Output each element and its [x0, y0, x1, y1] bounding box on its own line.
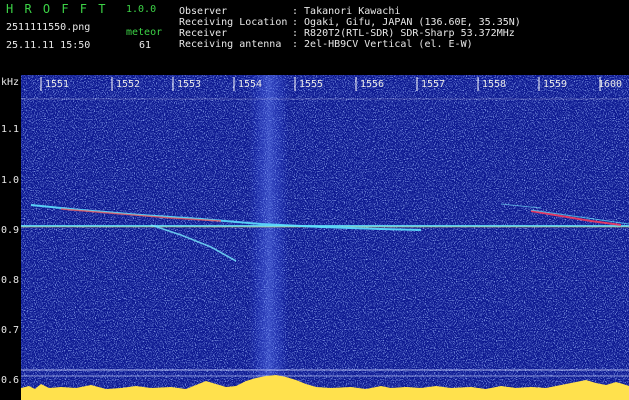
info-value-location: : Ogaki, Gifu, JAPAN (136.60E, 35.35N)	[292, 17, 521, 28]
y-axis: kHz 1.1 1.0 0.9 0.8 0.7 0.6	[0, 75, 21, 400]
app-name: H R O F F T	[6, 2, 108, 16]
date-time: 25.11.11 15:50	[6, 40, 91, 51]
x-axis-labels: 1551 1552 1553 1554 1555 1556 1557 1558 …	[21, 77, 629, 91]
meteor-count: 61	[139, 40, 152, 51]
y-axis-unit: kHz	[1, 77, 20, 88]
y-tick-label: 0.8	[1, 275, 20, 286]
info-label-location: Receiving Location	[179, 17, 288, 28]
y-tick-label: 0.7	[1, 325, 20, 336]
info-label-receiver: Receiver	[179, 28, 228, 39]
x-tick-label: 1559	[543, 79, 568, 90]
noise-layer	[21, 75, 629, 400]
file-name: 2511111550.png	[6, 22, 91, 33]
info-value-receiver: : R820T2(RTL-SDR) SDR-Sharp 53.372MHz	[292, 28, 515, 39]
interference-column	[249, 75, 289, 400]
x-tick-label: 1556	[360, 79, 385, 90]
meteor-label: meteor	[126, 27, 163, 38]
header-panel: H R O F F T 1.0.0 2511111550.png meteor …	[0, 0, 629, 75]
app-version: 1.0.0	[126, 4, 157, 15]
hrofft-spectrogram-window: H R O F F T 1.0.0 2511111550.png meteor …	[0, 0, 629, 400]
y-tick-label: 0.9	[1, 225, 20, 236]
x-tick-label: 1600	[598, 79, 623, 90]
x-tick-label: 1555	[299, 79, 324, 90]
x-tick-label: 1552	[116, 79, 141, 90]
x-tick-label: 1554	[238, 79, 263, 90]
y-tick-label: 0.6	[1, 375, 20, 386]
info-label-observer: Observer	[179, 6, 228, 17]
y-tick-label: 1.0	[1, 175, 20, 186]
info-label-antenna: Receiving antenna	[179, 39, 282, 50]
info-value-antenna: : 2el-HB9CV Vertical (el. E-W)	[292, 39, 473, 50]
x-tick-label: 1558	[482, 79, 507, 90]
y-tick-label: 1.1	[1, 124, 20, 135]
spectrogram-plot	[21, 75, 629, 400]
spectrogram-canvas	[21, 75, 629, 400]
x-tick-label: 1553	[177, 79, 202, 90]
x-tick-label: 1551	[45, 79, 70, 90]
x-tick-label: 1557	[421, 79, 446, 90]
info-value-observer: : Takanori Kawachi	[292, 6, 401, 17]
